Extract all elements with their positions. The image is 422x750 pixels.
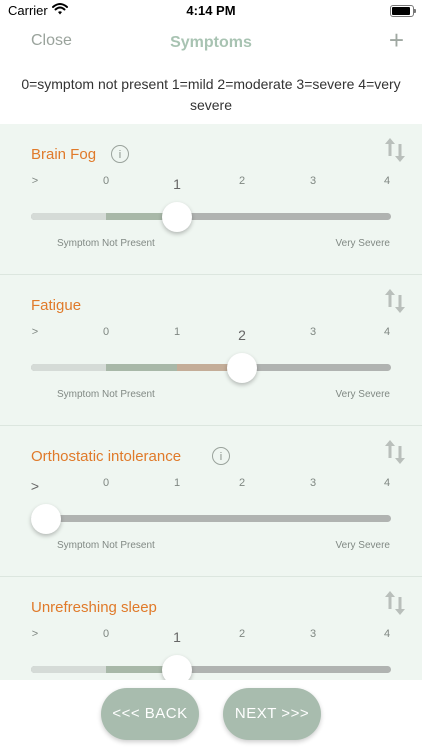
next-button[interactable]: NEXT >>> [223, 688, 321, 740]
slider-fill-segment [31, 213, 106, 220]
symptom-card: Fatigue >0 1 2 3 4 Symptom Not Present Very Sev… [0, 275, 422, 426]
symptom-list[interactable]: Brain Fog i >0 1 2 3 4 Symptom Not Present Very … [0, 124, 422, 680]
symptom-title: Fatigue [31, 297, 82, 314]
scale-tick: 3 [309, 477, 317, 489]
scale-tick: 1 [173, 477, 181, 489]
back-button[interactable]: <<< BACK [101, 688, 199, 740]
status-time: 4:14 PM [186, 3, 236, 18]
reorder-icon[interactable] [384, 438, 406, 466]
scale-tick: 1 [173, 176, 181, 192]
scale-tick: 2 [238, 628, 246, 640]
scale-tick: > [30, 478, 40, 494]
scale-tick: 2 [238, 175, 246, 187]
symptom-title: Orthostatic intolerance [31, 448, 182, 465]
nav-bar: Close Symptoms + [0, 24, 422, 64]
info-icon[interactable]: i [212, 447, 230, 465]
severity-slider-track[interactable] [31, 515, 391, 522]
scale-tick: 2 [238, 327, 246, 343]
severity-slider-track[interactable] [31, 213, 391, 220]
reorder-icon[interactable] [384, 589, 406, 617]
reorder-icon[interactable] [384, 287, 406, 315]
scale-tick: > [31, 175, 39, 187]
scale-tick: 1 [173, 326, 181, 338]
symptom-title: Unrefreshing sleep [31, 599, 157, 616]
slider-thumb[interactable] [162, 202, 192, 232]
scale-tick: 4 [383, 477, 391, 489]
scale-tick: 0 [102, 175, 110, 187]
min-label: Symptom Not Present [57, 540, 155, 551]
scale-tick: 4 [383, 326, 391, 338]
max-label: Very Severe [335, 389, 390, 400]
slider-fill-segment [31, 364, 106, 371]
min-label: Symptom Not Present [57, 389, 155, 400]
scale-tick: 2 [238, 477, 246, 489]
symptom-card: Unrefreshing sleep>01234Symptom Not Pres… [0, 577, 422, 680]
scale-tick: 3 [309, 326, 317, 338]
symptom-title: Brain Fog [31, 146, 97, 163]
max-label: Very Severe [335, 238, 390, 249]
scale-tick: 3 [309, 628, 317, 640]
severity-slider-track[interactable] [31, 364, 391, 371]
slider-fill-segment [31, 666, 106, 673]
scale-tick: > [31, 326, 39, 338]
status-bar: Carrier 4:14 PM [0, 0, 422, 24]
battery-icon [390, 5, 416, 17]
scale-tick: 0 [102, 477, 110, 489]
info-icon[interactable]: i [111, 145, 129, 163]
symptom-card: Orthostatic intolerance i >0 1 2 3 4 Symptom No… [0, 426, 422, 577]
slider-thumb[interactable] [227, 353, 257, 383]
severity-legend: 0=symptom not present 1=mild 2=moderate … [21, 76, 401, 113]
slider-thumb[interactable] [162, 655, 192, 680]
reorder-icon[interactable] [384, 136, 406, 164]
scale-tick: 1 [173, 629, 181, 645]
scale-tick: 3 [309, 175, 317, 187]
slider-fill-segment [106, 364, 177, 371]
add-button[interactable]: + [389, 27, 404, 53]
scale-tick: > [31, 628, 39, 640]
scale-tick: 4 [383, 175, 391, 187]
scale-tick: 0 [102, 628, 110, 640]
page-title: Symptoms [170, 34, 252, 51]
slider-thumb[interactable] [31, 504, 61, 534]
min-label: Symptom Not Present [57, 238, 155, 249]
scale-tick: 4 [383, 628, 391, 640]
severity-slider-track[interactable] [31, 666, 391, 673]
scale-tick: 0 [102, 326, 110, 338]
symptom-card: Brain Fog i >0 1 2 3 4 Symptom Not Present Very … [0, 124, 422, 275]
max-label: Very Severe [335, 540, 390, 551]
